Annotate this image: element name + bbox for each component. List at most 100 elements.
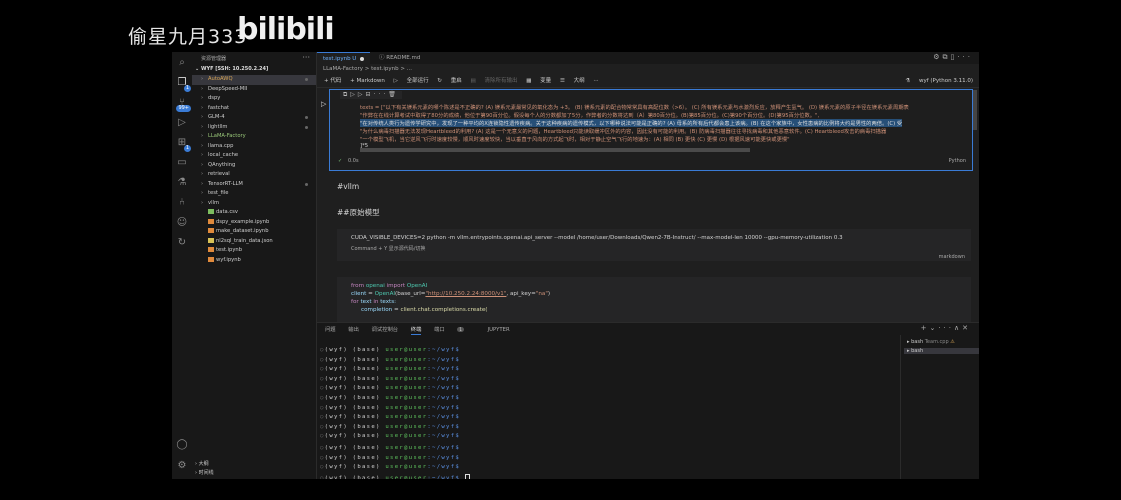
add-code-button[interactable]: + 代码 bbox=[324, 78, 341, 84]
markdown-cell-command[interactable]: CUDA_VISIBLE_DEVICES=2 python -m vllm.en… bbox=[337, 229, 971, 261]
gear-icon[interactable]: ⚙ bbox=[175, 459, 189, 473]
terminal-line: ○(wyf) (base) user@user:~/wyf$ bbox=[320, 454, 461, 461]
folder-item[interactable]: › lightllm bbox=[192, 123, 316, 133]
chevron-right-icon: › bbox=[201, 152, 204, 158]
restart-button[interactable]: ↻ 重启 bbox=[437, 78, 461, 84]
file-icon bbox=[208, 256, 214, 262]
add-markdown-button[interactable]: + Markdown bbox=[350, 78, 385, 84]
source-control-icon[interactable]: ⑂ 99+ bbox=[175, 96, 191, 112]
terminal-line: ○(wyf) (base) user@user:~/wyf$ bbox=[320, 404, 461, 411]
code-line: "一个模型飞机，当它逆风飞行时速度较慢，顺风时速度较快，当以垂直于风向的方式起飞… bbox=[360, 137, 790, 143]
folder-item[interactable]: › retrieval bbox=[192, 170, 316, 180]
variables-button[interactable]: ▦ 变量 bbox=[526, 78, 551, 84]
tree-item-label: make_dataset.ipynb bbox=[216, 228, 269, 234]
outline-button[interactable]: ☰ 大纲 bbox=[560, 78, 585, 84]
account-icon[interactable]: ◯ bbox=[175, 438, 189, 452]
outline-section[interactable]: › 大纲 bbox=[195, 460, 209, 467]
tree-item-label: TensorRT-LLM bbox=[208, 180, 243, 187]
chevron-right-icon: › bbox=[201, 85, 204, 92]
code-line: "为什么病毒扫描器无法发现Heartbleed的利用? (A) 这是一个无意义的… bbox=[360, 129, 887, 135]
terminal-line: ○(wyf) (base) user@user:~/wyf$ bbox=[320, 385, 461, 392]
notebook-toolbar: + 代码 + Markdown ▷ 全部运行 ↻ 重启 ▤ 清除所有输出 ▦ 变… bbox=[317, 75, 979, 88]
terminal-line: ○(wyf) (base) user@user:~/wyf$ bbox=[320, 414, 461, 421]
folder-item[interactable]: › dspy bbox=[192, 94, 316, 104]
file-item[interactable]: dspy_example.ipynb bbox=[192, 218, 316, 228]
refresh-icon[interactable]: ↻ bbox=[175, 236, 189, 250]
folder-item[interactable]: › vllm bbox=[192, 199, 316, 209]
tab-problems[interactable]: 问题 bbox=[325, 327, 336, 333]
clear-outputs-button[interactable]: ▤ 清除所有输出 bbox=[471, 78, 518, 84]
timeline-section[interactable]: › 时间线 bbox=[195, 469, 214, 476]
code-cell-texts[interactable]: ▷ ⧉▷▷⊟···🗑 texts = ["以下有关镁系元素的哪个陈述是不正确的?… bbox=[321, 89, 973, 171]
tab-readme[interactable]: ⓘ README.md bbox=[373, 52, 426, 64]
chevron-right-icon: › bbox=[201, 142, 204, 149]
run-cell-icon[interactable]: ▷ bbox=[321, 100, 326, 108]
folder-item[interactable]: › AutoAWQ bbox=[192, 75, 316, 85]
editor-actions[interactable]: ⚙⧉▯··· bbox=[933, 53, 973, 62]
terminal-cursor bbox=[464, 473, 470, 479]
chevron-right-icon: › bbox=[201, 76, 204, 82]
code-line: completion = client.chat.completions.cre… bbox=[361, 307, 488, 313]
cell-toolbar[interactable]: ⧉▷▷⊟···🗑 bbox=[340, 91, 402, 99]
tab-output[interactable]: 输出 bbox=[348, 327, 359, 333]
toolbar-more-button[interactable]: ··· bbox=[593, 78, 598, 84]
code-line: texts = ["以下有关镁系元素的哪个陈述是不正确的? (A) 镁系元素最常… bbox=[360, 105, 909, 111]
search-icon[interactable]: ⌕ bbox=[175, 56, 189, 70]
file-icon bbox=[208, 247, 214, 252]
breadcrumb[interactable]: LLaMA-Factory > test.ipynb > ... bbox=[323, 66, 412, 72]
remote-explorer-icon[interactable]: ▭ bbox=[175, 156, 189, 170]
run-all-button[interactable]: ▷ 全部运行 bbox=[394, 78, 429, 84]
tree-item-label: dspy bbox=[208, 95, 221, 101]
code-line-selected: "在对传统人类行为遗传学研究中，发现了一种平均的X连锁隐性遗传疾病。关于这种疾病… bbox=[360, 119, 903, 127]
file-icon bbox=[208, 237, 214, 243]
explorer-icon[interactable]: ❐ 1 bbox=[175, 76, 191, 92]
terminal-instance-active[interactable]: ▸ bash bbox=[904, 348, 979, 354]
terminal[interactable]: ○(wyf) (base) user@user:~/wyf$ ○(wyf) (ba… bbox=[317, 341, 877, 479]
tab-debug-console[interactable]: 调试控制台 bbox=[372, 327, 399, 333]
kernel-picker[interactable]: ⚗ wyf (Python 3.11.0) bbox=[905, 75, 973, 87]
file-item[interactable]: nl2sql_train_data.json bbox=[192, 237, 316, 247]
folder-item[interactable]: › TensorRT-LLM bbox=[192, 180, 316, 190]
tab-test-ipynb[interactable]: test.ipynb U bbox=[317, 52, 371, 65]
extensions-icon[interactable]: ⊞ 1 bbox=[175, 136, 191, 152]
folder-item[interactable]: › QAnything bbox=[192, 161, 316, 171]
testing-icon[interactable]: ⚗ bbox=[175, 176, 189, 190]
folder-item[interactable]: › fastchat bbox=[192, 104, 316, 114]
markdown-vllm[interactable]: #vllm bbox=[337, 182, 359, 191]
copilot-icon[interactable]: ☺ bbox=[175, 216, 189, 230]
horizontal-scrollbar[interactable] bbox=[360, 148, 750, 152]
explorer-more-button[interactable]: ··· bbox=[302, 53, 310, 62]
tab-ports[interactable]: 端口 1 bbox=[434, 327, 475, 333]
unsaved-dot-icon bbox=[360, 56, 365, 61]
git-graph-icon[interactable]: ⑃ bbox=[175, 196, 189, 210]
file-item[interactable]: data.csv bbox=[192, 208, 316, 218]
terminal-instance[interactable]: ▸ bash Team.cpp ⚠ bbox=[907, 339, 955, 345]
folder-item[interactable]: › GLM-4 bbox=[192, 113, 316, 123]
modified-dot-icon bbox=[305, 125, 308, 129]
tree-item-label: QAnything bbox=[208, 161, 236, 168]
folder-item[interactable]: › test_file bbox=[192, 189, 316, 199]
terminal-line: ○(wyf) (base) user@user:~/wyf$ bbox=[320, 356, 461, 363]
code-cell-client[interactable]: from openai import OpenAI client = OpenA… bbox=[337, 277, 971, 322]
file-item[interactable]: wyf.ipynb bbox=[192, 256, 316, 266]
file-item[interactable]: make_dataset.ipynb bbox=[192, 227, 316, 237]
terminal-line: ○(wyf) (base) user@user:~/wyf$ bbox=[320, 366, 461, 373]
markdown-original-model[interactable]: ##原始模型 bbox=[337, 207, 380, 218]
folder-item[interactable]: › llama.cpp bbox=[192, 142, 316, 152]
editor-vertical-scrollbar[interactable] bbox=[973, 90, 977, 130]
panel-actions[interactable]: +⌄···∧✕ bbox=[921, 324, 971, 332]
tab-jupyter[interactable]: JUPYTER bbox=[488, 327, 510, 333]
file-icon bbox=[208, 209, 214, 214]
run-debug-icon[interactable]: ▷ bbox=[175, 116, 189, 130]
chevron-right-icon: › bbox=[201, 133, 204, 139]
folder-item[interactable]: › DeepSpeed-MII bbox=[192, 85, 316, 95]
cell-language[interactable]: Python bbox=[949, 158, 966, 164]
file-item[interactable]: test.ipynb bbox=[192, 246, 316, 256]
folder-item[interactable]: › LLaMA-Factory bbox=[192, 132, 316, 142]
terminal-line: ○(wyf) (base) user@user:~/wyf$ bbox=[320, 473, 470, 479]
workspace-root[interactable]: ⌄ WYF [SSH: 10.250.2.24] bbox=[195, 66, 268, 72]
cell-language[interactable]: markdown bbox=[939, 254, 965, 260]
tab-terminal[interactable]: 终端 bbox=[410, 327, 422, 335]
folder-item[interactable]: › local_cache bbox=[192, 151, 316, 161]
tree-item-label: AutoAWQ bbox=[208, 76, 233, 82]
